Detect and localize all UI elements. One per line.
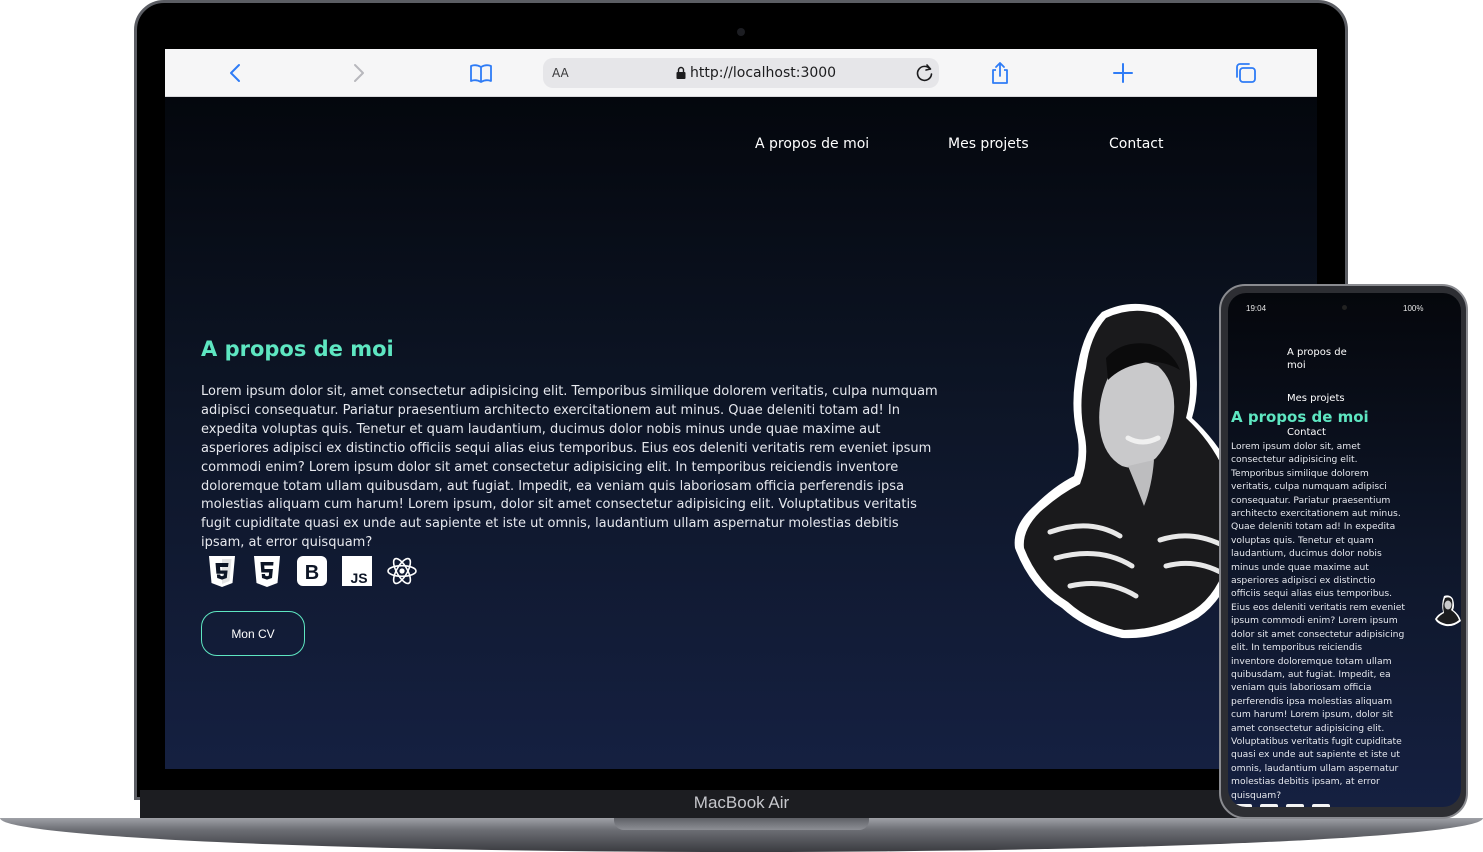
bootstrap-icon: B [295,554,329,588]
phone-html5-icon [1260,804,1278,807]
laptop-screen: AA http://localhost:3000 A propos de moi… [165,49,1317,769]
phone-tech-icons [1234,801,1338,807]
phone-nav-contact[interactable]: Contact [1287,426,1326,439]
tabs-icon[interactable] [1234,61,1258,85]
new-tab-icon[interactable] [1111,61,1135,85]
phone-screen: 19:04 100% A propos de moi Mes projets A… [1228,293,1461,807]
lock-icon [675,66,687,80]
about-text: Lorem ipsum dolor sit, amet consectetur … [201,384,938,551]
back-icon[interactable] [224,61,248,85]
phone-about-text: Lorem ipsum dolor sit, amet consectetur … [1231,441,1405,801]
bookmarks-icon[interactable] [469,61,493,85]
about-title: A propos de moi [201,337,394,361]
nav-projects[interactable]: Mes projets [948,136,1029,152]
browser-toolbar: AA http://localhost:3000 [165,49,1317,97]
reader-label[interactable]: AA [552,66,569,80]
phone-about-title: A propos de moi [1231,408,1369,426]
url-text[interactable]: http://localhost:3000 [690,65,836,81]
laptop-notch [614,818,869,830]
css3-icon [205,554,239,588]
js-letters: JS [350,570,367,586]
address-bar[interactable]: AA http://localhost:3000 [543,58,939,88]
cv-button[interactable]: Mon CV [201,611,305,656]
react-icon [385,554,419,588]
html5-icon [250,554,284,588]
phone-camera [1342,305,1347,310]
phone-css3-icon [1234,804,1252,807]
nav-contact[interactable]: Contact [1109,136,1163,152]
bootstrap-letter: B [305,562,319,584]
phone-battery: 100% [1403,304,1424,313]
phone-profile-photo [1434,594,1462,628]
phone-time: 19:04 [1246,304,1267,313]
forward-icon[interactable] [346,61,370,85]
profile-photo [1010,300,1240,645]
share-icon[interactable] [988,61,1012,85]
phone-nav-projects[interactable]: Mes projets [1287,392,1345,405]
portfolio-page: A propos de moi Mes projets Contact A pr… [165,97,1317,769]
javascript-icon: JS [340,554,374,588]
phone-bootstrap-icon [1286,804,1304,807]
phone-nav-about-line1[interactable]: A propos de [1287,346,1347,359]
phone-nav-about-line2[interactable]: moi [1287,359,1306,372]
phone-javascript-icon [1312,804,1330,807]
camera-dot [737,28,745,36]
nav-about[interactable]: A propos de moi [755,136,869,152]
reload-icon[interactable] [915,63,935,83]
